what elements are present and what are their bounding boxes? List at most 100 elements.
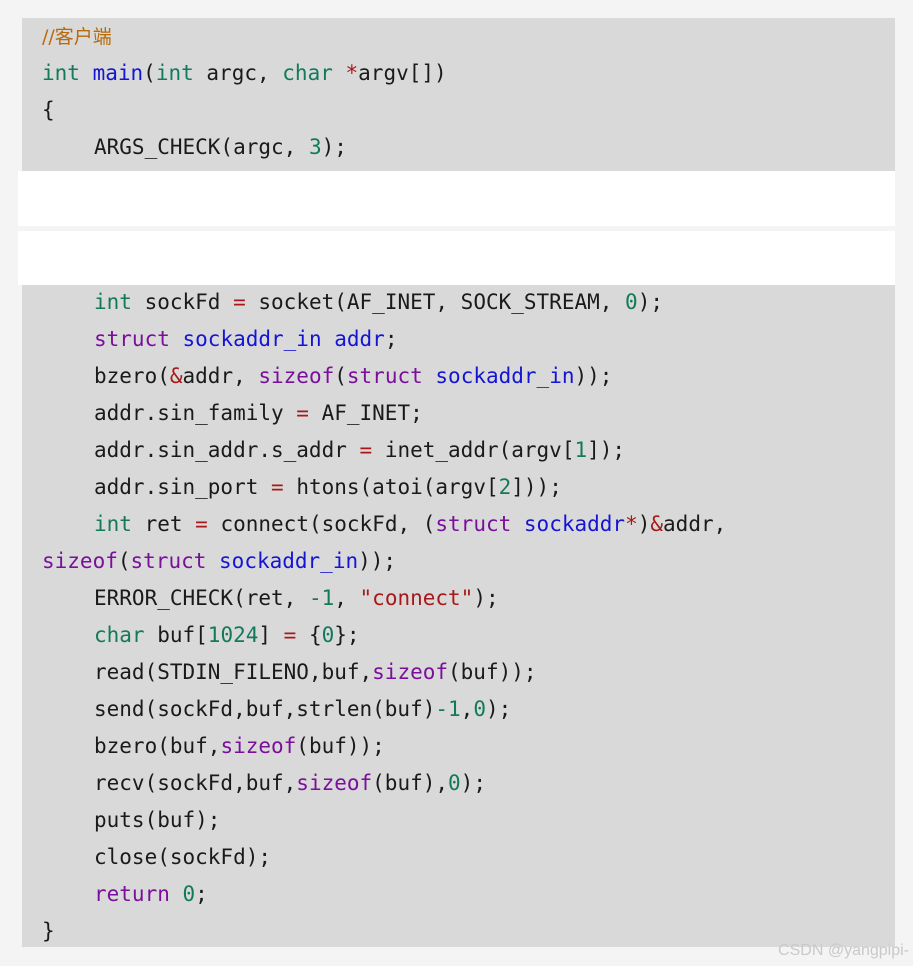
code-line-brace-close: } [42,918,55,944]
code-token: ( [117,549,131,573]
code-token: ]); [587,438,626,462]
code-token: "connect" [359,586,474,610]
code-token: sockaddr_in [182,327,322,351]
code-token: & [650,512,664,536]
code-token: ])); [511,475,562,499]
code-token: (buf), [372,771,449,795]
code-token: -1 [435,697,461,721]
code-line-return: return 0; [42,881,208,907]
code-token: sizeof [42,549,118,573]
code-token: } [42,919,55,943]
code-token: struct [435,512,512,536]
code-line-main-signature: int main(int argc, char *argv[]) [42,60,447,86]
code-line-char-buf: char buf[1024] = {0}; [42,622,360,648]
code-token: sockaddr_in [219,549,359,573]
code-token: addr, [663,512,727,536]
code-token: addr [334,327,385,351]
code-token: connect(sockFd, ( [207,512,436,536]
code-token: puts(buf); [94,808,221,832]
code-token: sizeof [372,660,449,684]
code-line-connect: int ret = connect(sockFd, (struct sockad… [42,511,726,537]
code-token: send(sockFd,buf,strlen(buf) [94,697,436,721]
csdn-watermark: CSDN @yangpipi- [778,942,909,959]
code-token: AF_INET; [308,401,423,425]
code-token: -1 [308,586,335,610]
code-line-args-check: ARGS_CHECK(argc, 3); [42,134,347,160]
code-token: 0 [321,623,335,647]
code-token: 1 [574,438,588,462]
code-line-read: read(STDIN_FILENO,buf,sizeof(buf)); [42,659,537,685]
code-line-close: close(sockFd); [42,844,271,870]
code-token: }; [334,623,360,647]
code-token: bzero( [94,364,170,388]
code-token: htons(atoi(argv[ [283,475,499,499]
code-token: ERROR_CHECK(ret, [94,586,309,610]
code-token: ; [384,327,398,351]
code-token: int [42,61,80,85]
code-token: inet_addr(argv[ [372,438,575,462]
code-token: int [155,61,194,85]
code-token: = [283,623,297,647]
code-token: buf[ [144,623,208,647]
blank-gap-2 [18,231,895,285]
code-token: int [94,290,132,314]
code-token: char [282,61,333,85]
code-line-connect-cont: sizeof(struct sockaddr_in)); [42,548,396,574]
code-token: = [233,290,246,314]
code-token: 3 [308,135,322,159]
code-block-bottom: int sockFd = socket(AF_INET, SOCK_STREAM… [22,285,895,947]
code-token: sizeof [296,771,373,795]
code-line-struct-addr: struct sockaddr_in addr; [42,326,397,352]
code-line-bzero-buf: bzero(buf,sizeof(buf)); [42,733,385,759]
code-token: socket(AF_INET, SOCK_STREAM, [245,290,626,314]
code-line-comment: //客户端 [42,23,112,50]
code-block-top: //客户端 int main(int argc, char *argv[]) {… [22,18,895,171]
code-line-sin-family: addr.sin_family = AF_INET; [42,400,423,426]
code-token: (buf)); [296,734,385,758]
blank-gap-1 [18,171,895,226]
code-token: )); [358,549,397,573]
code-token: sockaddr [523,512,626,536]
code-token: addr, [182,364,259,388]
code-token: = [296,401,309,425]
code-token: struct [346,364,423,388]
code-token: sockFd [131,290,234,314]
code-line-sin-port: addr.sin_port = htons(atoi(argv[2])); [42,474,562,500]
code-token: argc, [193,61,283,85]
code-token: close(sockFd); [94,845,272,869]
code-token: ); [321,135,347,159]
code-token: struct [130,549,207,573]
code-token: * [625,512,638,536]
code-token: { [42,98,55,122]
code-line-error-check: ERROR_CHECK(ret, -1, "connect"); [42,585,499,611]
code-token: , [334,586,360,610]
code-token: & [169,364,183,388]
code-line-sin-addr: addr.sin_addr.s_addr = inet_addr(argv[1]… [42,437,625,463]
code-token: 0 [182,882,196,906]
code-token: , [460,697,474,721]
code-token: bzero(buf, [94,734,221,758]
code-line-bzero-addr: bzero(&addr, sizeof(struct sockaddr_in))… [42,363,612,389]
code-token: sockaddr_in [435,364,575,388]
code-token: (buf)); [448,660,537,684]
code-token: addr.sin_port [94,475,272,499]
code-token: ( [143,61,156,85]
code-token: ( [334,364,347,388]
code-token: argv[]) [358,61,447,85]
code-token: ); [637,290,663,314]
code-token: int [94,512,132,536]
code-token: { [296,623,322,647]
code-token: ARGS_CHECK(argc, [94,135,309,159]
code-token: = [195,512,208,536]
code-token: = [359,438,373,462]
code-line-recv: recv(sockFd,buf,sizeof(buf),0); [42,770,486,796]
code-token: ] [258,623,284,647]
code-token: sizeof [258,364,335,388]
code-line-socket: int sockFd = socket(AF_INET, SOCK_STREAM… [42,289,663,315]
code-token: ; [195,882,208,906]
